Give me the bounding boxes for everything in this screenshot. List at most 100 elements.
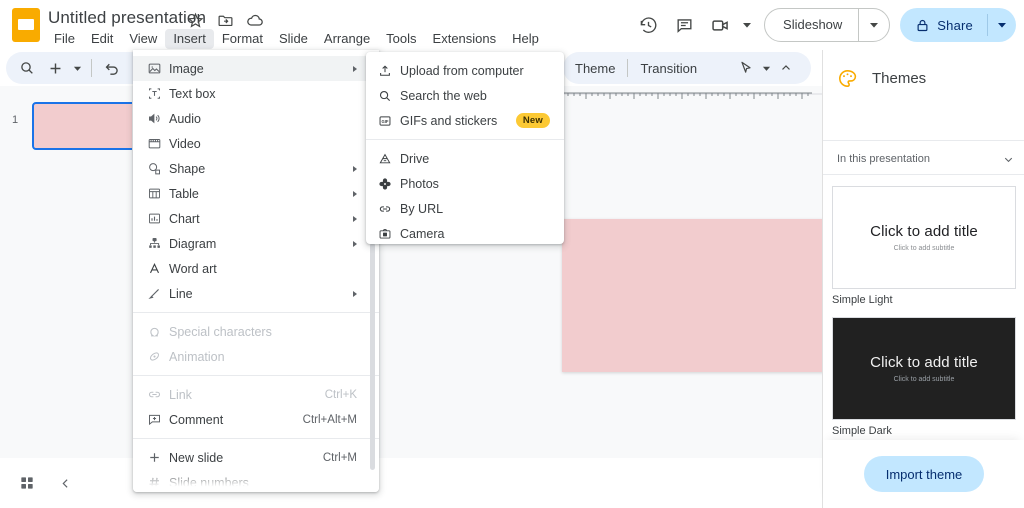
- insert-menu-item-link[interactable]: Link Ctrl+K: [133, 382, 379, 407]
- themes-scope-chevron-down-icon[interactable]: [1002, 153, 1015, 166]
- insert-menu-item-word-art[interactable]: Word art: [133, 256, 379, 281]
- themes-scope-label: In this presentation: [837, 153, 930, 165]
- collapse-toolbar-chevron-up-icon[interactable]: [773, 55, 799, 81]
- insert-menu-item-special-characters[interactable]: Special characters: [133, 319, 379, 344]
- insert-menu-item-chart[interactable]: Chart: [133, 206, 379, 231]
- grid-view-icon[interactable]: [12, 468, 42, 498]
- menu-insert[interactable]: Insert: [165, 29, 214, 49]
- share-button-inner[interactable]: Share: [900, 18, 987, 33]
- menu-edit[interactable]: Edit: [83, 29, 121, 49]
- undo-icon[interactable]: [99, 55, 125, 81]
- select-cursor-icon[interactable]: [733, 55, 759, 81]
- slides-logo-icon: [12, 8, 40, 42]
- image-submenu-label: By URL: [400, 201, 444, 216]
- new-slide-chevron-down-icon[interactable]: [70, 55, 84, 81]
- cloud-saved-icon[interactable]: [246, 11, 264, 29]
- insert-menu-item-slide-numbers[interactable]: Slide numbers: [133, 470, 379, 492]
- insert-menu-dropdown[interactable]: Image Text box Audio Video Shape Table C…: [133, 50, 379, 492]
- new-slide-plus-icon[interactable]: [42, 55, 68, 81]
- theme-preview[interactable]: Click to add title Click to add subtitle: [832, 186, 1016, 289]
- theme-card-simple-dark[interactable]: Click to add title Click to add subtitle…: [832, 317, 1016, 437]
- insert-menu-item-animation[interactable]: Animation: [133, 344, 379, 369]
- document-title[interactable]: Untitled presentation: [48, 8, 206, 28]
- table-icon: [147, 185, 169, 203]
- insert-menu-item-text-box[interactable]: Text box: [133, 81, 379, 106]
- insert-menu-item-video[interactable]: Video: [133, 131, 379, 156]
- themes-list[interactable]: Click to add title Click to add subtitle…: [823, 178, 1024, 478]
- theme-preview-subtitle: Click to add subtitle: [893, 245, 955, 252]
- image-submenu-item-camera[interactable]: Camera: [366, 221, 564, 246]
- import-theme-bar: Import theme: [823, 440, 1024, 508]
- search-icon[interactable]: [14, 55, 40, 81]
- insert-menu-item-table[interactable]: Table: [133, 181, 379, 206]
- insert-menu-label: Slide numbers: [169, 475, 249, 490]
- upload-icon: [378, 62, 400, 80]
- insert-menu-accelerator: Ctrl+Alt+M: [302, 413, 357, 426]
- menu-file[interactable]: File: [46, 29, 83, 49]
- insert-menu-item-image[interactable]: Image: [133, 56, 379, 81]
- image-submenu-item-gifs-and-stickers[interactable]: GIF GIFs and stickers New: [366, 108, 564, 133]
- insert-menu-item-diagram[interactable]: Diagram: [133, 231, 379, 256]
- insert-menu-label: Table: [169, 186, 199, 201]
- version-history-icon[interactable]: [630, 7, 666, 43]
- comment-history-icon[interactable]: [666, 7, 702, 43]
- theme-button[interactable]: Theme: [575, 61, 615, 76]
- menu-bar: File Edit View Insert Format Slide Arran…: [46, 29, 547, 49]
- menu-view[interactable]: View: [121, 29, 165, 49]
- meet-chevron-down-icon[interactable]: [738, 10, 756, 40]
- insert-menu-item-shape[interactable]: Shape: [133, 156, 379, 181]
- insert-menu-label: New slide: [169, 450, 224, 465]
- chart-icon: [147, 210, 169, 228]
- image-submenu-item-upload-from-computer[interactable]: Upload from computer: [366, 58, 564, 83]
- insert-menu-scrollbar[interactable]: [370, 243, 375, 470]
- image-submenu-item-by-url[interactable]: By URL: [366, 196, 564, 221]
- slide-number-label: 1: [12, 114, 19, 126]
- theme-card-simple-light[interactable]: Click to add title Click to add subtitle…: [832, 186, 1016, 306]
- move-to-folder-icon[interactable]: [216, 11, 234, 29]
- image-submenu-label: Upload from computer: [400, 63, 524, 78]
- title-action-icons: [186, 11, 264, 29]
- theme-preview[interactable]: Click to add title Click to add subtitle: [832, 317, 1016, 420]
- insert-menu-item-comment[interactable]: Comment Ctrl+Alt+M: [133, 407, 379, 432]
- import-theme-button[interactable]: Import theme: [863, 456, 985, 492]
- image-submenu-label: Search the web: [400, 88, 487, 103]
- image-submenu[interactable]: Upload from computer Search the web GIF …: [366, 52, 564, 244]
- theme-name-label: Simple Dark: [832, 425, 892, 437]
- cursor-chevron-down-icon[interactable]: [759, 55, 773, 81]
- star-icon[interactable]: [186, 11, 204, 29]
- share-button[interactable]: Share: [900, 8, 1016, 42]
- insert-menu-item-line[interactable]: Line: [133, 281, 379, 306]
- expand-notes-chevron-left-icon[interactable]: [50, 468, 80, 498]
- insert-menu-label: Image: [169, 61, 204, 76]
- menu-help[interactable]: Help: [504, 29, 547, 49]
- insert-menu-item-audio[interactable]: Audio: [133, 106, 379, 131]
- image-submenu-item-drive[interactable]: Drive: [366, 146, 564, 171]
- image-submenu-label: Camera: [400, 226, 445, 241]
- slideshow-button[interactable]: Slideshow: [764, 8, 891, 42]
- menu-extensions[interactable]: Extensions: [425, 29, 505, 49]
- menu-tools[interactable]: Tools: [378, 29, 424, 49]
- transition-button[interactable]: Transition: [640, 61, 697, 76]
- filmstrip-slide-1[interactable]: 1: [0, 102, 164, 150]
- video-camera-icon[interactable]: [702, 7, 738, 43]
- new-badge: New: [515, 113, 550, 128]
- share-chevron-down-icon[interactable]: [988, 8, 1016, 42]
- slideshow-chevron-down-icon[interactable]: [859, 9, 889, 41]
- meet-button-group: [702, 7, 756, 43]
- submenu-arrow-icon: [353, 65, 357, 72]
- link-icon: [378, 200, 400, 218]
- submenu-arrow-icon: [353, 190, 357, 197]
- top-bar: Untitled presentation File Edit View Ins…: [0, 0, 1024, 50]
- image-submenu-item-search-the-web[interactable]: Search the web: [366, 83, 564, 108]
- menu-arrange[interactable]: Arrange: [316, 29, 378, 49]
- menu-format[interactable]: Format: [214, 29, 271, 49]
- image-submenu-item-photos[interactable]: Photos: [366, 171, 564, 196]
- line-icon: [147, 285, 169, 303]
- menu-slide[interactable]: Slide: [271, 29, 316, 49]
- themes-panel: Themes In this presentation Click to add…: [822, 50, 1024, 508]
- slideshow-label[interactable]: Slideshow: [765, 9, 858, 41]
- submenu-arrow-icon: [353, 215, 357, 222]
- insert-menu-item-new-slide[interactable]: New slide Ctrl+M: [133, 445, 379, 470]
- themes-scope-selector[interactable]: In this presentation: [823, 145, 1024, 173]
- google-drive-icon: [378, 150, 400, 168]
